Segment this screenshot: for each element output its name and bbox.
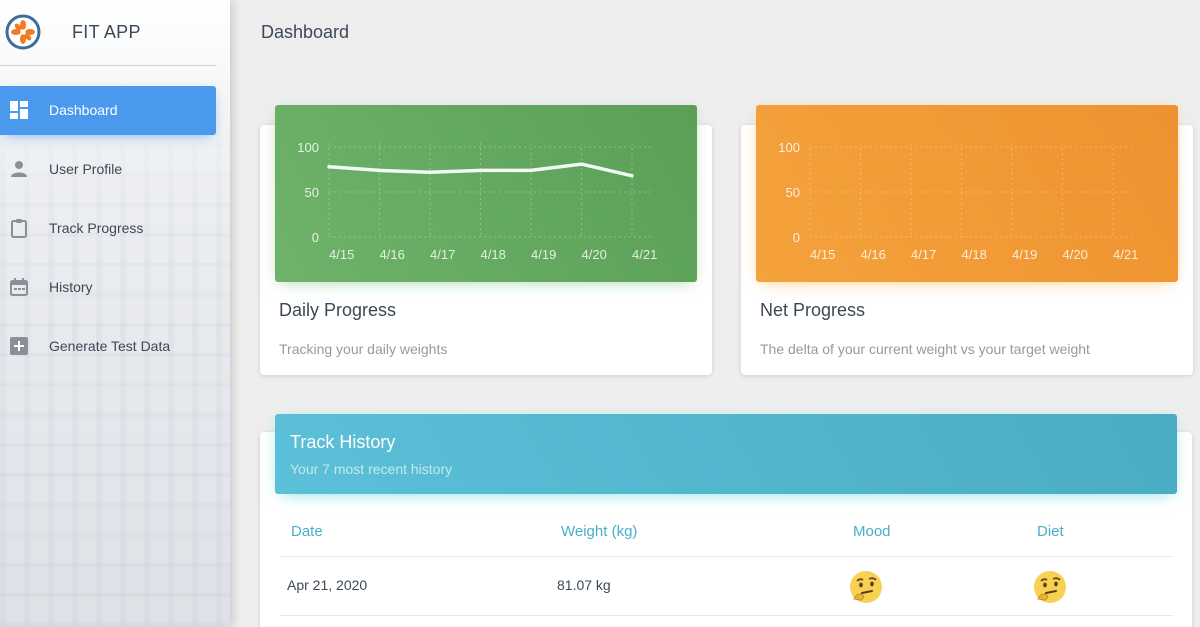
y-tick-label: 0	[793, 230, 800, 245]
sidebar-item-generate-test-data[interactable]: Generate Test Data	[0, 322, 216, 371]
x-tick-label: 4/20	[1063, 247, 1088, 262]
x-tick-label: 4/21	[632, 247, 657, 262]
daily-progress-card: 100 50 0 4/15 4/16 4/17 4/18 4/19 4/20 4/21 Daily…	[260, 105, 712, 375]
cell-date: Apr 21, 2020	[287, 577, 368, 593]
thinking-face-icon	[1034, 571, 1066, 603]
table-divider	[280, 615, 1173, 616]
sidebar-item-label: Dashboard	[49, 102, 118, 118]
card-title: Net Progress	[760, 300, 866, 320]
thinking-face-icon	[850, 571, 882, 603]
card-subtitle: The delta of your current weight vs your…	[760, 341, 1090, 357]
calendar-icon	[10, 278, 28, 296]
plus-box-icon	[10, 337, 28, 355]
net-progress-card: 100 50 0 4/15 4/16 4/17 4/18 4/19 4/20 4/21 Net P…	[741, 105, 1193, 375]
cell-weight: 81.07 kg	[557, 577, 611, 593]
column-header-weight[interactable]: Weight (kg)	[561, 523, 637, 540]
y-tick-label: 100	[778, 140, 800, 155]
y-tick-label: 0	[312, 230, 319, 245]
y-tick-label: 50	[305, 185, 319, 200]
net-progress-chart-svg: 100 50 0 4/15 4/16 4/17 4/18 4/19 4/20 4/21	[778, 140, 1138, 262]
x-tick-label: 4/16	[380, 247, 405, 262]
sidebar-item-dashboard[interactable]: Dashboard	[0, 86, 216, 135]
person-icon	[11, 161, 27, 177]
sidebar-item-label: Track Progress	[49, 220, 144, 236]
app-logo-icon[interactable]	[5, 14, 41, 50]
page-title: Dashboard	[261, 22, 350, 42]
sidebar-item-user-profile[interactable]: User Profile	[0, 145, 216, 194]
app-name[interactable]: FIT APP	[72, 22, 141, 43]
clipboard-icon	[11, 219, 27, 238]
sidebar-item-label: Generate Test Data	[49, 338, 171, 354]
net-progress-chart: 100 50 0 4/15 4/16 4/17 4/18 4/19 4/20 4/21	[756, 105, 1178, 282]
sidebar-item-label: History	[49, 279, 93, 295]
x-tick-label: 4/17	[430, 247, 455, 262]
x-tick-label: 4/18	[481, 247, 506, 262]
dashboard-icon	[10, 101, 28, 119]
sidebar-item-history[interactable]: History	[0, 263, 216, 312]
track-history-card: Track History Your 7 most recent history…	[260, 414, 1192, 627]
daily-progress-chart-svg: 100 50 0 4/15 4/16 4/17 4/18 4/19 4/20 4/21	[297, 140, 657, 262]
column-header-mood[interactable]: Mood	[853, 523, 891, 540]
column-header-date[interactable]: Date	[291, 523, 323, 540]
column-header-diet[interactable]: Diet	[1037, 523, 1064, 540]
track-history-title: Track History	[290, 432, 396, 452]
track-history-subtitle: Your 7 most recent history	[290, 461, 453, 477]
sidebar: FIT APP Dashboard User Profile Track Pro…	[0, 0, 230, 627]
x-tick-label: 4/19	[1012, 247, 1037, 262]
sidebar-item-label: User Profile	[49, 161, 123, 177]
sidebar-item-track-progress[interactable]: Track Progress	[0, 204, 216, 253]
x-tick-label: 4/21	[1113, 247, 1138, 262]
y-tick-label: 100	[297, 140, 319, 155]
x-tick-label: 4/17	[911, 247, 936, 262]
daily-progress-chart: 100 50 0 4/15 4/16 4/17 4/18 4/19 4/20 4/21	[275, 105, 697, 282]
brand: FIT APP	[0, 0, 216, 66]
y-tick-label: 50	[786, 185, 800, 200]
x-tick-label: 4/19	[531, 247, 556, 262]
x-tick-label: 4/15	[329, 247, 354, 262]
x-tick-label: 4/18	[962, 247, 987, 262]
sidebar-nav: Dashboard User Profile Track Progress Hi…	[0, 86, 230, 371]
x-tick-label: 4/16	[861, 247, 886, 262]
card-subtitle: Tracking your daily weights	[279, 341, 448, 357]
x-tick-label: 4/20	[582, 247, 607, 262]
card-title: Daily Progress	[279, 300, 397, 320]
track-history-header: Track History Your 7 most recent history	[275, 414, 1177, 494]
x-tick-label: 4/15	[810, 247, 835, 262]
table-divider	[280, 556, 1173, 557]
